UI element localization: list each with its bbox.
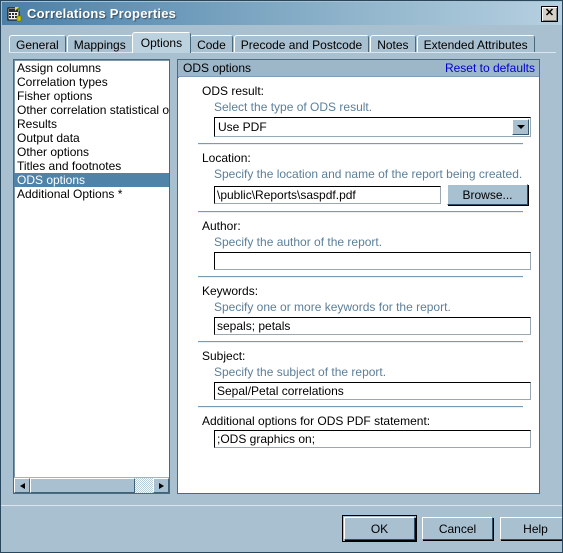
- category-list[interactable]: Assign columns Correlation types Fisher …: [13, 59, 170, 494]
- subject-input[interactable]: Sepal/Petal correlations: [214, 382, 531, 400]
- correlations-properties-dialog: Correlations Properties ✕ General Mappin…: [0, 0, 563, 553]
- additional-options-row: ;ODS graphics on;: [214, 430, 531, 448]
- tab-mappings[interactable]: Mappings: [66, 35, 133, 53]
- subject-label: Subject:: [202, 349, 246, 363]
- keywords-input[interactable]: sepals; petals: [214, 317, 531, 335]
- panel-header: ODS options Reset to defaults: [178, 60, 539, 77]
- tab-general[interactable]: General: [9, 35, 66, 53]
- tab-extended-attributes[interactable]: Extended Attributes: [416, 35, 535, 53]
- list-item[interactable]: Output data: [14, 131, 169, 145]
- chevron-down-icon[interactable]: [512, 119, 529, 135]
- keywords-row: sepals; petals: [214, 317, 531, 335]
- help-button[interactable]: Help: [500, 517, 562, 540]
- keywords-label: Keywords:: [202, 284, 259, 298]
- ods-options-panel: ODS options Reset to defaults ODS result…: [177, 59, 540, 494]
- location-row: \public\Reports\saspdf.pdf Browse...: [214, 184, 531, 205]
- close-icon[interactable]: ✕: [541, 5, 558, 22]
- list-item[interactable]: Other correlation statistical op: [14, 103, 169, 117]
- scroll-right-arrow-icon[interactable]: [153, 478, 169, 493]
- browse-button[interactable]: Browse...: [447, 184, 528, 205]
- additional-options-label: Additional options for ODS PDF statement…: [202, 414, 431, 428]
- list-item[interactable]: Results: [14, 117, 169, 131]
- horizontal-scrollbar[interactable]: [14, 477, 169, 493]
- author-description: Specify the author of the report.: [214, 235, 383, 249]
- list-item-ods-options[interactable]: ODS options: [14, 173, 169, 187]
- list-item[interactable]: Additional Options *: [14, 187, 169, 201]
- tab-code[interactable]: Code: [190, 35, 233, 53]
- list-item[interactable]: Fisher options: [14, 89, 169, 103]
- tab-options[interactable]: Options: [131, 32, 192, 53]
- keywords-description: Specify one or more keywords for the rep…: [214, 300, 451, 314]
- tab-notes[interactable]: Notes: [370, 35, 416, 53]
- author-input[interactable]: [214, 252, 531, 270]
- tab-precode-postcode[interactable]: Precode and Postcode: [233, 35, 370, 53]
- title-bar: Correlations Properties ✕: [2, 2, 562, 25]
- divider: [198, 406, 523, 408]
- divider: [198, 143, 523, 145]
- subject-description: Specify the subject of the report.: [214, 365, 387, 379]
- location-label: Location:: [202, 151, 251, 165]
- author-row: [214, 252, 531, 270]
- divider: [198, 211, 523, 213]
- tab-strip: General Mappings Options Code Precode an…: [9, 32, 536, 53]
- list-item[interactable]: Correlation types: [14, 75, 169, 89]
- divider: [198, 276, 523, 278]
- location-description: Specify the location and name of the rep…: [214, 167, 523, 181]
- ods-result-description: Select the type of ODS result.: [214, 100, 373, 114]
- list-item[interactable]: Titles and footnotes: [14, 159, 169, 173]
- ods-result-select[interactable]: Use PDF: [214, 117, 531, 137]
- scroll-left-arrow-icon[interactable]: [14, 478, 30, 493]
- ods-result-label: ODS result:: [202, 84, 265, 98]
- scrollbar-track[interactable]: [30, 478, 153, 493]
- subject-row: Sepal/Petal correlations: [214, 382, 531, 400]
- window-title: Correlations Properties: [27, 6, 177, 21]
- category-list-items: Assign columns Correlation types Fisher …: [14, 61, 169, 476]
- author-label: Author:: [202, 219, 241, 233]
- ok-button[interactable]: OK: [342, 515, 417, 542]
- dialog-button-bar: OK Cancel Help: [1, 505, 562, 552]
- cancel-button[interactable]: Cancel: [422, 517, 493, 540]
- scrollbar-thumb[interactable]: [30, 478, 135, 493]
- location-input[interactable]: \public\Reports\saspdf.pdf: [214, 185, 441, 204]
- list-item[interactable]: Other options: [14, 145, 169, 159]
- panel-body: ODS result: Select the type of ODS resul…: [178, 78, 539, 493]
- list-item[interactable]: Assign columns: [14, 61, 169, 75]
- additional-options-input[interactable]: ;ODS graphics on;: [214, 430, 531, 448]
- ods-result-value: Use PDF: [218, 120, 267, 134]
- ods-result-row: Use PDF: [214, 117, 531, 137]
- divider: [198, 341, 523, 343]
- properties-table-icon: [6, 6, 22, 22]
- reset-to-defaults-link[interactable]: Reset to defaults: [445, 61, 535, 75]
- panel-title: ODS options: [183, 61, 252, 75]
